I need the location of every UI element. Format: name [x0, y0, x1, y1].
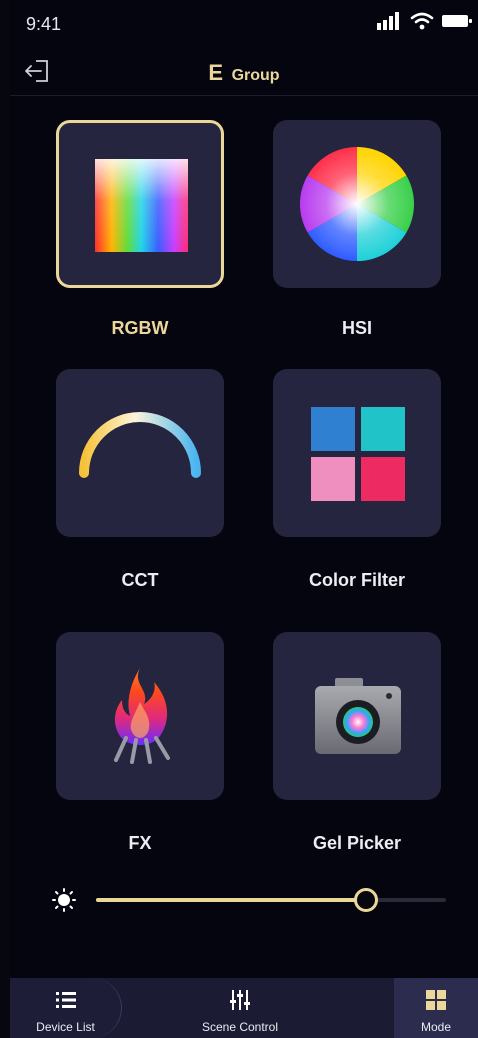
grid-icon — [426, 990, 446, 1010]
brightness-sun-icon — [52, 888, 76, 912]
group-title: Group — [231, 67, 280, 84]
mode-label-fx: FX — [128, 833, 152, 853]
mode-label-rgbw: RGBW — [111, 318, 169, 338]
tab-mode[interactable]: Mode — [394, 978, 478, 1038]
brightness-slider[interactable] — [96, 888, 446, 912]
rgbw-spectrum-icon — [95, 159, 188, 252]
brightness-slider-thumb[interactable] — [353, 888, 378, 912]
color-filter-swatches-icon — [311, 407, 405, 501]
brightness-slider-fill — [96, 898, 366, 902]
mode-tile-rgbw[interactable] — [56, 120, 224, 288]
mode-label-color-filter: Color Filter — [308, 570, 405, 590]
camera-icon — [315, 678, 401, 754]
mode-tile-cct[interactable] — [56, 369, 224, 537]
app-screen: 9:41 E Group RGBW HSI CCT Color Filter F… — [10, 0, 478, 1038]
wifi-icon — [410, 12, 434, 30]
mode-label-hsi: HSI — [341, 318, 372, 338]
mode-tile-gel-picker[interactable] — [273, 632, 441, 800]
color-wheel-icon — [299, 146, 415, 261]
sliders-icon — [230, 990, 250, 1010]
tab-scene-control-label: Scene Control — [201, 1020, 279, 1034]
bottom-tab-bar: Device List Scene Control Mode — [10, 978, 478, 1038]
mode-label-cct: CCT — [121, 570, 159, 590]
tab-mode-label: Mode — [420, 1020, 452, 1034]
list-icon — [55, 992, 76, 1008]
status-icons — [376, 12, 472, 30]
mode-tile-color-filter[interactable] — [273, 369, 441, 537]
mode-label-gel-picker: Gel Picker — [312, 833, 402, 853]
cct-arc-icon — [79, 412, 201, 478]
tab-device-list[interactable]: Device List — [10, 978, 122, 1038]
tab-scene-control[interactable]: Scene Control — [140, 978, 340, 1038]
status-time: 9:41 — [26, 14, 62, 34]
tab-device-list-label: Device List — [36, 1020, 95, 1034]
signal-icon — [377, 12, 399, 30]
battery-icon — [442, 15, 472, 27]
status-bar: 9:41 — [10, 0, 478, 44]
brightness-control — [10, 880, 478, 920]
page-title: E Group — [10, 60, 478, 86]
mode-tile-fx[interactable] — [56, 632, 224, 800]
nav-header: E Group — [10, 48, 478, 96]
mode-tile-hsi[interactable] — [273, 120, 441, 288]
group-letter: E — [208, 60, 224, 85]
fire-icon — [114, 668, 170, 764]
